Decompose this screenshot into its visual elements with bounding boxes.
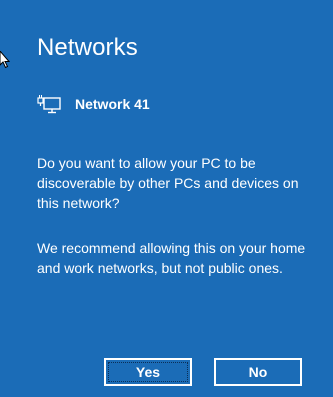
discoverable-question: Do you want to allow your PC to be disco… [37,155,299,211]
no-button[interactable]: No [214,358,302,386]
ethernet-icon [37,95,61,114]
recommendation-text: We recommend allowing this on your home … [37,240,306,276]
networks-flyout: Networks Network 41 Do you want to allow… [0,0,333,397]
network-row: Network 41 [37,93,150,115]
yes-button[interactable]: Yes [104,358,192,386]
mouse-pointer-icon [0,51,10,69]
network-name: Network 41 [75,96,150,112]
panel-title: Networks [37,34,138,61]
